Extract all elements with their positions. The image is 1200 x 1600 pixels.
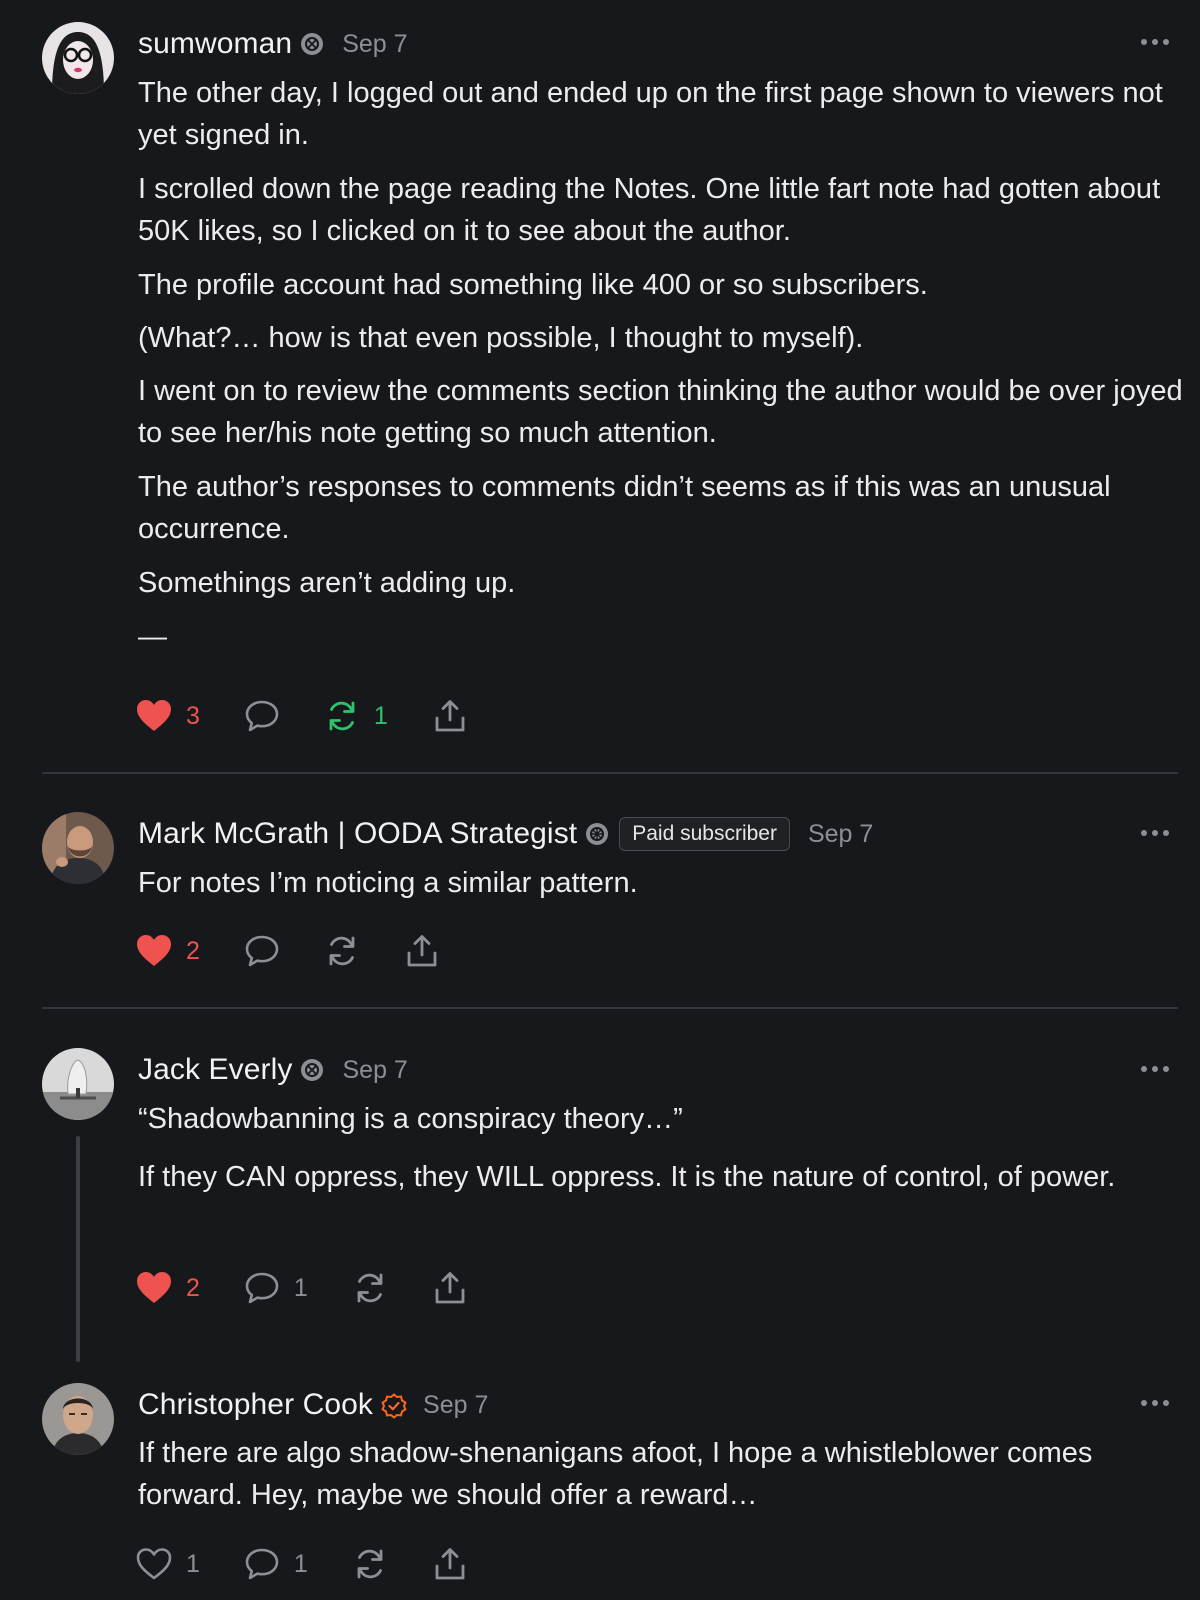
share-button[interactable] bbox=[432, 1547, 468, 1581]
restack-icon bbox=[329, 936, 355, 966]
comment-paragraph: For notes I’m noticing a similar pattern… bbox=[138, 867, 638, 899]
comment-actions: 2 bbox=[136, 929, 484, 973]
avatar[interactable] bbox=[42, 1383, 114, 1455]
restack-icon bbox=[357, 1549, 383, 1579]
like-count: 1 bbox=[186, 1549, 200, 1578]
comment-divider bbox=[42, 772, 1178, 774]
comment-paragraph: If they CAN oppress, they WILL oppress. … bbox=[138, 1161, 1116, 1193]
chat-bubble-icon bbox=[245, 935, 279, 967]
share-button[interactable] bbox=[404, 934, 440, 968]
author-name[interactable]: Mark McGrath | OODA Strategist bbox=[138, 817, 577, 851]
avatar[interactable] bbox=[42, 1048, 114, 1120]
author-name[interactable]: Jack Everly bbox=[138, 1053, 292, 1087]
thread-line bbox=[76, 1136, 80, 1362]
comment-paragraph: The profile account had something like 4… bbox=[138, 269, 928, 301]
like-button[interactable]: 2 bbox=[136, 934, 200, 968]
chat-bubble-icon bbox=[245, 700, 279, 732]
restack-count: 1 bbox=[373, 701, 388, 730]
like-button[interactable]: 1 bbox=[136, 1547, 200, 1581]
restack-button[interactable] bbox=[352, 1547, 388, 1581]
restack-icon bbox=[357, 1273, 383, 1303]
comment-paragraph: (What?… how is that even possible, I tho… bbox=[138, 322, 864, 354]
comment-paragraph: I went on to review the comments section… bbox=[138, 375, 1183, 449]
reply-count: 1 bbox=[293, 1549, 308, 1578]
comment-paragraph: — bbox=[138, 621, 167, 653]
share-button[interactable] bbox=[432, 699, 468, 733]
like-count: 3 bbox=[186, 701, 200, 730]
comment-date[interactable]: Sep 7 bbox=[423, 1391, 488, 1420]
subscriber-badge-icon bbox=[585, 822, 609, 846]
comment-body: For notes I’m noticing a similar pattern… bbox=[138, 862, 1183, 916]
comment-paragraph: The other day, I logged out and ended up… bbox=[138, 77, 1163, 151]
share-icon bbox=[435, 700, 465, 732]
like-button[interactable]: 3 bbox=[136, 699, 200, 733]
restack-button[interactable] bbox=[324, 934, 360, 968]
comment-actions: 1 1 bbox=[136, 1542, 512, 1586]
comment-actions: 3 1 bbox=[136, 694, 512, 738]
share-icon bbox=[407, 935, 437, 967]
reply-count: 1 bbox=[293, 1273, 308, 1302]
heart-filled-icon bbox=[137, 935, 171, 966]
comment-paragraph: “Shadowbanning is a conspiracy theory…” bbox=[138, 1103, 683, 1135]
comment-date[interactable]: Sep 7 bbox=[342, 1056, 407, 1085]
chat-bubble-icon bbox=[245, 1272, 279, 1304]
avatar[interactable] bbox=[42, 22, 114, 94]
reply-button[interactable] bbox=[244, 699, 280, 733]
chat-bubble-icon bbox=[245, 1548, 279, 1580]
avatar[interactable] bbox=[42, 812, 114, 884]
comment-divider bbox=[42, 1007, 1178, 1009]
like-count: 2 bbox=[186, 1273, 200, 1302]
reply-button[interactable]: 1 bbox=[244, 1547, 308, 1581]
paid-subscriber-badge: Paid subscriber bbox=[619, 817, 790, 851]
comment-paragraph: The author’s responses to comments didn’… bbox=[138, 471, 1111, 545]
share-icon bbox=[435, 1548, 465, 1580]
restack-button[interactable] bbox=[352, 1271, 388, 1305]
heart-filled-icon bbox=[137, 700, 171, 731]
more-options-icon[interactable] bbox=[1140, 828, 1170, 838]
heart-filled-icon bbox=[137, 1272, 171, 1303]
share-icon bbox=[435, 1272, 465, 1304]
like-count: 2 bbox=[186, 936, 200, 965]
more-options-icon[interactable] bbox=[1140, 1398, 1170, 1408]
comment-body: “Shadowbanning is a conspiracy theory…” … bbox=[138, 1098, 1183, 1210]
verified-check-icon bbox=[381, 1393, 407, 1419]
heart-outline-icon bbox=[136, 1548, 172, 1580]
more-options-icon[interactable] bbox=[1140, 37, 1170, 47]
comment-paragraph: If there are algo shadow-shenanigans afo… bbox=[138, 1437, 1093, 1511]
reply-button[interactable] bbox=[244, 934, 280, 968]
author-name[interactable]: Christopher Cook bbox=[138, 1388, 373, 1422]
more-options-icon[interactable] bbox=[1140, 1064, 1170, 1074]
share-button[interactable] bbox=[432, 1271, 468, 1305]
comment-paragraph: Somethings aren’t adding up. bbox=[138, 567, 516, 599]
reply-button[interactable]: 1 bbox=[244, 1271, 308, 1305]
comment-date[interactable]: Sep 7 bbox=[808, 820, 873, 849]
comment-body: The other day, I logged out and ended up… bbox=[138, 72, 1183, 670]
subscriber-badge-icon bbox=[300, 1058, 324, 1082]
restack-button[interactable]: 1 bbox=[324, 699, 388, 733]
author-name[interactable]: sumwoman bbox=[138, 27, 292, 61]
comment-actions: 2 1 bbox=[136, 1266, 512, 1310]
comment-body: If there are algo shadow-shenanigans afo… bbox=[138, 1432, 1183, 1528]
comment-paragraph: I scrolled down the page reading the Not… bbox=[138, 173, 1161, 247]
restack-icon bbox=[329, 701, 355, 731]
subscriber-badge-icon bbox=[300, 32, 324, 56]
like-button[interactable]: 2 bbox=[136, 1271, 200, 1305]
comment-date[interactable]: Sep 7 bbox=[342, 30, 407, 59]
